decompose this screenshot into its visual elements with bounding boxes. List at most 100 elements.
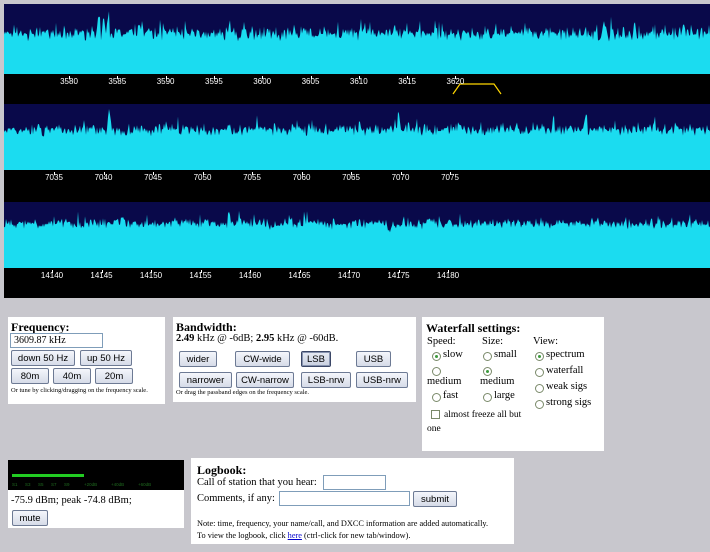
smeter-bar xyxy=(12,474,84,477)
band-80m-button[interactable]: 80m xyxy=(11,368,49,384)
view-strong-sigs-label: strong sigs xyxy=(546,397,592,408)
band-3: 14140 14145 14150 14155 14160 14165 14170 14175… xyxy=(4,202,710,298)
size-small-radio[interactable] xyxy=(483,352,492,361)
view-strong-sigs-radio[interactable] xyxy=(535,400,544,409)
bandwidth-6db-value: 2.49 xyxy=(176,333,195,344)
logbook-view-suffix: (ctrl-click for new tab/window). xyxy=(301,531,411,540)
frequency-panel: Frequency: 3609.87 kHz down 50 Hz up 50 … xyxy=(8,317,165,404)
smeter-scale-40db: +40dB xyxy=(111,482,125,487)
view-spectrum-label: spectrum xyxy=(546,349,585,360)
scale-label: 3620 xyxy=(446,77,465,86)
view-waterfall-radio[interactable] xyxy=(535,368,544,377)
comments-input[interactable] xyxy=(279,491,410,506)
speed-fast-label: fast xyxy=(443,390,459,401)
waterfall-settings-panel: Waterfall settings: Speed: Size: View: s… xyxy=(422,317,604,451)
size-medium-radio[interactable] xyxy=(483,367,492,376)
bandwidth-60db-label: kHz @ -60dB. xyxy=(274,333,339,344)
band-40m-button[interactable]: 40m xyxy=(53,368,91,384)
scale-label: 7065 xyxy=(342,173,360,182)
smeter-panel: S1 S3 S5 S7 S9 +20dB +40dB +60dB -75.9 d… xyxy=(8,460,184,528)
frequency-scale-1[interactable]: 3580 3585 3590 3595 3600 3605 3610 3615 3620 xyxy=(4,74,710,100)
logbook-view-note: To view the logbook, click here (ctrl-cl… xyxy=(197,531,410,540)
scale-label: 3605 xyxy=(301,77,320,86)
speed-medium-label: medium xyxy=(427,376,462,387)
cw-narrow-button[interactable]: CW-narrow xyxy=(236,372,294,388)
spectrum-plot-3[interactable] xyxy=(4,202,710,268)
smeter-scale-20db: +20dB xyxy=(84,482,98,487)
logbook-note: Note: time, frequency, your name/call, a… xyxy=(197,519,489,528)
frequency-scale-2[interactable]: 7035 7040 7045 7050 7055 7060 7065 7070 7075 xyxy=(4,170,710,200)
frequency-input[interactable]: 3609.87 kHz xyxy=(10,333,103,348)
view-waterfall-label: waterfall xyxy=(546,365,584,376)
bandwidth-panel: Bandwidth: 2.49 kHz @ -6dB; 2.95 kHz @ -… xyxy=(173,317,416,402)
narrower-button[interactable]: narrower xyxy=(179,372,232,388)
smeter-reading: -75.9 dBm; peak -74.8 dBm; xyxy=(11,495,132,506)
scale-label: 3615 xyxy=(398,77,416,86)
view-weak-sigs-label: weak sigs xyxy=(546,381,588,392)
spectrum-plot-1[interactable] xyxy=(4,4,710,74)
spectrum-plot-2[interactable] xyxy=(4,104,710,170)
down-50hz-button[interactable]: down 50 Hz xyxy=(11,350,75,366)
scale-label: 14165 xyxy=(288,271,311,280)
band-20m-button[interactable]: 20m xyxy=(95,368,133,384)
scale-label: 14150 xyxy=(139,271,163,280)
smeter-display: S1 S3 S5 S7 S9 +20dB +40dB +60dB xyxy=(8,460,184,490)
cw-wide-button[interactable]: CW-wide xyxy=(235,351,290,367)
scale-label: 3600 xyxy=(253,77,272,86)
size-large-label: large xyxy=(494,390,515,401)
scale-label: 3610 xyxy=(349,77,368,86)
speed-fast-radio[interactable] xyxy=(432,393,441,402)
scale-label: 14140 xyxy=(40,271,64,280)
view-spectrum-radio[interactable] xyxy=(535,352,544,361)
scale-label: 7060 xyxy=(292,173,311,182)
smeter-scale-s5: S5 xyxy=(38,482,44,487)
size-medium-label: medium xyxy=(480,376,515,387)
mute-button[interactable]: mute xyxy=(12,510,48,526)
spectrum-display[interactable]: 3580 3585 3590 3595 3600 3605 3610 3615 3620 703… xyxy=(4,4,710,298)
view-weak-sigs-radio[interactable] xyxy=(535,384,544,393)
call-label: Call of station that you hear: xyxy=(197,477,317,488)
speed-slow-radio[interactable] xyxy=(432,352,441,361)
scale-label: 7070 xyxy=(391,173,410,182)
smeter-scale-s9: S9 xyxy=(64,482,70,487)
scale-label: 14160 xyxy=(238,271,262,280)
scale-label: 14155 xyxy=(189,271,212,280)
logbook-panel: Logbook: Call of station that you hear: … xyxy=(191,458,514,544)
logbook-here-link[interactable]: here xyxy=(288,531,302,540)
speed-label: Speed: xyxy=(427,336,456,347)
bandwidth-6db-label: kHz @ -6dB; xyxy=(194,333,256,344)
smeter-scale-60db: +60dB xyxy=(138,482,152,487)
bandwidth-60db-value: 2.95 xyxy=(255,333,275,344)
logbook-view-prefix: To view the logbook, click xyxy=(197,531,288,540)
wider-button[interactable]: wider xyxy=(179,351,217,367)
usb-button[interactable]: USB xyxy=(356,351,391,367)
smeter-scale-s3: S3 xyxy=(25,482,31,487)
smeter-scale: S1 S3 S5 S7 S9 +20dB +40dB +60dB xyxy=(12,482,182,490)
frequency-scale-3[interactable]: 14140 14145 14150 14155 14160 14165 14170 14175… xyxy=(4,268,710,298)
scale-label: 7045 xyxy=(144,173,162,182)
scale-label: 7040 xyxy=(94,173,113,182)
size-large-radio[interactable] xyxy=(483,393,492,402)
freeze-label-line2: one xyxy=(427,424,441,434)
lsb-button[interactable]: LSB xyxy=(301,351,331,367)
smeter-scale-s7: S7 xyxy=(51,482,57,487)
speed-slow-label: slow xyxy=(443,349,463,360)
scale-label: 7035 xyxy=(45,173,63,182)
scale-label: 7050 xyxy=(193,173,212,182)
up-50hz-button[interactable]: up 50 Hz xyxy=(80,350,132,366)
submit-button[interactable]: submit xyxy=(413,491,457,507)
scale-label: 3590 xyxy=(156,77,175,86)
size-label: Size: xyxy=(482,336,503,347)
scale-label: 14145 xyxy=(90,271,113,280)
freeze-checkbox[interactable] xyxy=(431,410,440,419)
band-2: 7035 7040 7045 7050 7055 7060 7065 7070 7075 xyxy=(4,104,710,200)
usb-nrw-button[interactable]: USB-nrw xyxy=(356,372,408,388)
band-1: 3580 3585 3590 3595 3600 3605 3610 3615 3620 xyxy=(4,4,710,100)
call-input[interactable] xyxy=(323,475,386,490)
scale-label: 14170 xyxy=(337,271,361,280)
speed-medium-radio[interactable] xyxy=(432,367,441,376)
scale-label: 3595 xyxy=(204,77,223,86)
lsb-nrw-button[interactable]: LSB-nrw xyxy=(301,372,351,388)
scale-label: 7075 xyxy=(441,173,459,182)
scale-label: 3585 xyxy=(108,77,127,86)
